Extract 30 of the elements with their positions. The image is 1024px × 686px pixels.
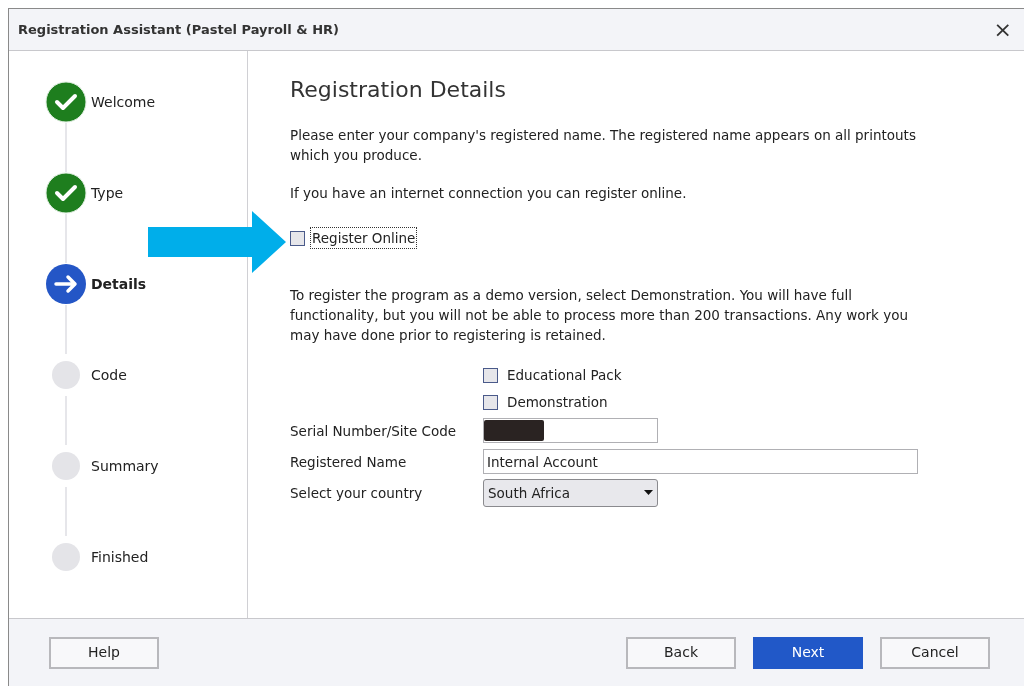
checkbox-label[interactable]: Demonstration [507,392,608,412]
step-label: Welcome [91,92,156,112]
name-field[interactable]: Internal Account [483,449,918,474]
country-dropdown[interactable]: South Africa [483,478,658,507]
redaction-bar [484,420,544,441]
step-label: Code [91,365,127,385]
next-button[interactable]: Next [753,636,863,669]
serial-field[interactable] [483,418,658,443]
intro-text: Please enter your company's registered name. The registered name appears on all printouts which you produce. [290,126,917,165]
dialog-button[interactable]: Cancel [880,636,990,669]
online-note: If you have an internet connection you can register online. [290,184,688,203]
checkbox[interactable] [290,230,305,246]
checkbox[interactable] [483,367,498,383]
field-label: Serial Number/Site Code [290,421,458,441]
checkbox[interactable] [483,394,498,410]
step-label: Type [91,183,124,203]
step-label: Finished [91,547,149,567]
field-label: Select your country [290,483,424,503]
checkbox-label[interactable]: Register Online [311,228,417,248]
step-label: Summary [91,456,159,476]
step-label: Details [91,274,147,294]
close-button[interactable]: × [993,18,1012,41]
caret-icon [644,490,653,495]
window-title: Registration Assistant (Pastel Payroll & HR) [18,20,339,39]
field-label: Registered Name [290,452,408,472]
page-heading: Registration Details [290,76,507,104]
demo-note: To register the program as a demo version, select Demonstration. You will have full functionality, but you will not be able to process more than 200 transactions. Any work you may have done prior to registering is retained. [290,286,909,345]
checkbox-label[interactable]: Educational Pack [507,365,622,385]
dialog-button[interactable]: Help [49,636,159,669]
dialog-button[interactable]: Back [626,636,736,669]
